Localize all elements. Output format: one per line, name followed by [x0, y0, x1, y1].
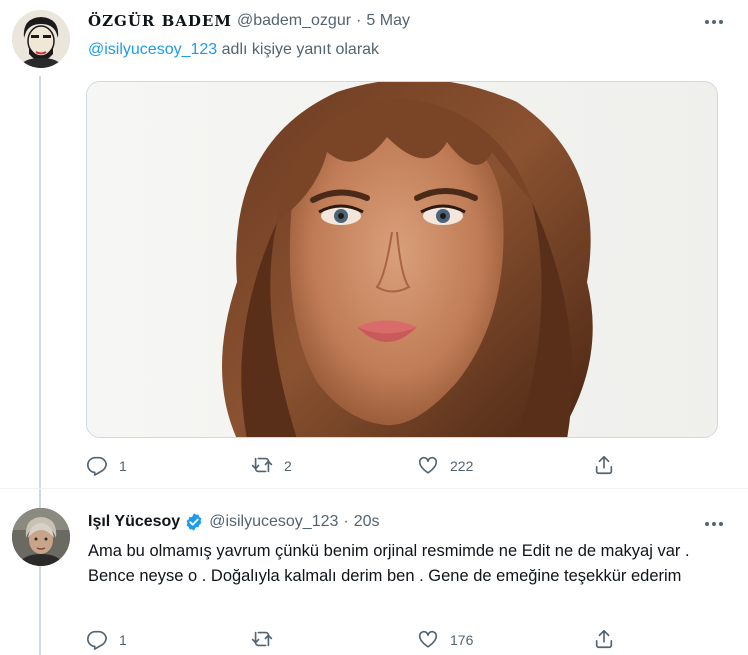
more-icon[interactable]: [702, 512, 726, 536]
author-name[interactable]: Işıl Yücesoy: [88, 513, 180, 531]
tweet-timestamp[interactable]: 20s: [354, 513, 380, 531]
reply-mention-link[interactable]: @isilyucesoy_123: [88, 41, 217, 58]
avatar[interactable]: [12, 508, 70, 566]
reply-button[interactable]: 1: [86, 454, 127, 478]
author-handle[interactable]: @badem_ozgur: [237, 12, 351, 30]
share-icon: [593, 628, 615, 653]
share-icon: [593, 454, 615, 479]
like-count: 222: [450, 458, 474, 474]
more-icon[interactable]: [702, 10, 726, 34]
tweet-actions: 1 2 222: [86, 454, 646, 478]
reply-icon: [86, 628, 108, 653]
tweet-text: Ama bu olmamış yavrum çünkü benim orjina…: [88, 542, 690, 585]
separator-dot: ·: [356, 12, 362, 29]
like-button[interactable]: 176: [417, 628, 473, 652]
heart-icon: [417, 454, 439, 479]
retweet-count: 2: [284, 458, 292, 474]
tweet-badem-ozgur[interactable]: ÖZGÜR BADEM @badem_ozgur · 5 May @isilyu…: [0, 0, 748, 488]
tweet-header: ÖZGÜR BADEM @badem_ozgur · 5 May: [88, 9, 410, 33]
like-button[interactable]: 222: [417, 454, 473, 478]
author-name[interactable]: ÖZGÜR BADEM: [88, 12, 232, 30]
tweet-actions: 1 176: [86, 628, 646, 652]
replying-to: @isilyucesoy_123 adlı kişiye yanıt olara…: [88, 41, 379, 59]
like-count: 176: [450, 632, 474, 648]
reply-count: 1: [119, 458, 127, 474]
separator-dot: ·: [343, 513, 349, 530]
share-button[interactable]: [593, 628, 615, 652]
tweet-header: Işıl Yücesoy @isilyucesoy_123 · 20s: [88, 510, 380, 534]
retweet-icon: [251, 628, 273, 653]
share-button[interactable]: [593, 454, 615, 478]
tweet-timestamp[interactable]: 5 May: [366, 12, 410, 30]
reply-icon: [86, 454, 108, 479]
retweet-button[interactable]: [251, 628, 284, 652]
reply-button[interactable]: 1: [86, 628, 127, 652]
heart-icon: [417, 628, 439, 653]
reply-count: 1: [119, 632, 127, 648]
retweet-icon: [251, 454, 273, 479]
tweet-photo[interactable]: [86, 81, 718, 438]
author-handle[interactable]: @isilyucesoy_123: [209, 513, 338, 531]
tweet-isil-yucesoy[interactable]: Işıl Yücesoy @isilyucesoy_123 · 20s Ama …: [0, 488, 748, 655]
avatar[interactable]: [12, 10, 70, 68]
verified-badge-icon: [184, 512, 204, 532]
retweet-button[interactable]: 2: [251, 454, 292, 478]
reply-to-suffix: adlı kişiye yanıt olarak: [217, 41, 380, 58]
